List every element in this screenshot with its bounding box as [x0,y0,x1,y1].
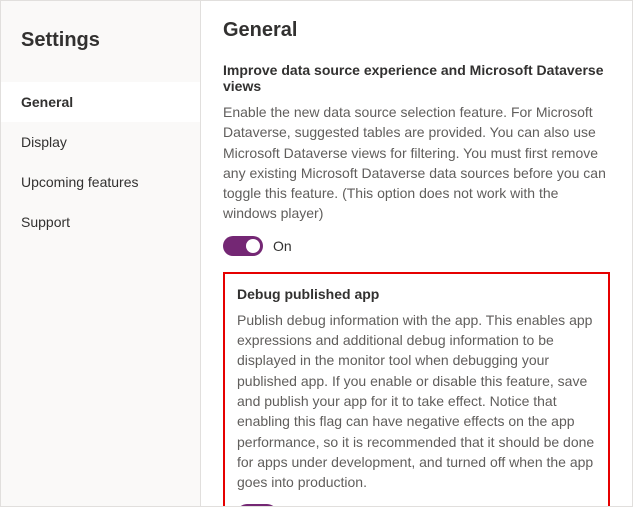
sidebar-item-label: Support [21,214,70,230]
settings-window: Settings General Display Upcoming featur… [0,0,633,507]
toggle-data-source[interactable] [223,236,263,256]
toggle-row: On [237,504,596,506]
toggle-row: On [223,236,610,256]
section-data-source: Improve data source experience and Micro… [223,60,610,258]
section-description: Enable the new data source selection fea… [223,102,610,224]
toggle-debug-published-app[interactable] [237,504,277,506]
sidebar-item-label: General [21,94,73,110]
page-title: General [223,19,610,42]
sidebar: Settings General Display Upcoming featur… [1,1,201,506]
toggle-thumb-icon [246,239,260,253]
sidebar-item-label: Upcoming features [21,174,139,190]
sidebar-item-label: Display [21,134,67,150]
section-title: Debug published app [237,286,596,302]
sidebar-item-upcoming-features[interactable]: Upcoming features [1,162,200,202]
main-panel: General Improve data source experience a… [201,1,632,506]
sidebar-item-general[interactable]: General [1,82,200,122]
section-description: Publish debug information with the app. … [237,310,596,493]
sidebar-item-display[interactable]: Display [1,122,200,162]
section-title: Improve data source experience and Micro… [223,62,610,94]
section-debug-published-app: Debug published app Publish debug inform… [223,272,610,506]
sidebar-title: Settings [1,11,200,82]
sidebar-item-support[interactable]: Support [1,202,200,242]
toggle-label: On [273,238,292,254]
